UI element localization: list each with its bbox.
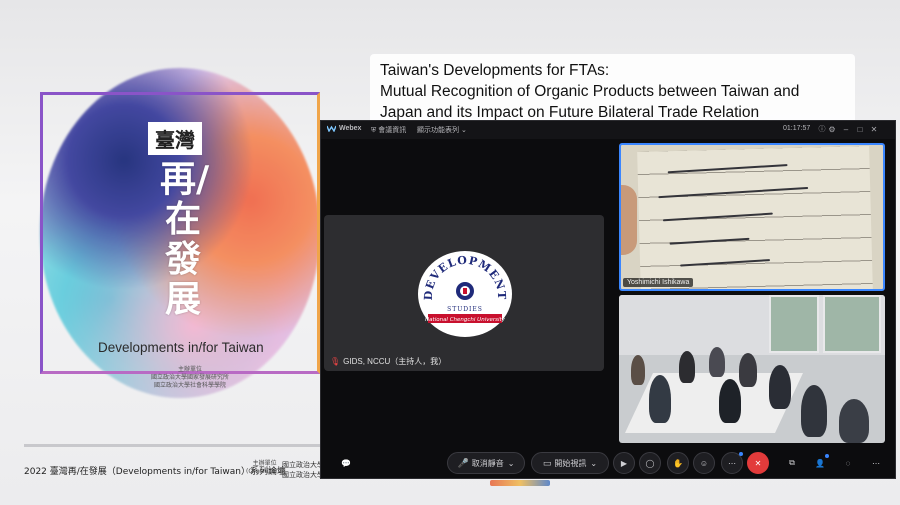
reactions-button[interactable]: ☺	[693, 452, 715, 474]
slide-vertical-title: 再/在發展	[160, 159, 210, 320]
notification-dot	[825, 454, 829, 458]
slide-divider	[24, 444, 324, 447]
webex-logo: Webex	[327, 125, 361, 132]
classroom-person	[649, 375, 671, 423]
chevron-down-icon: ⌄	[460, 127, 467, 134]
meeting-timer: 01:17:57	[783, 125, 811, 132]
classroom-person	[709, 347, 725, 377]
participant-name-label: Yoshimichi Ishikawa	[623, 278, 694, 287]
classroom-person	[631, 355, 645, 385]
classroom-window	[769, 295, 819, 353]
classroom-window	[823, 295, 881, 353]
apps-icon[interactable]: ⧉	[781, 452, 803, 474]
meeting-info-menu[interactable]: ⛨ 會議資訊	[371, 125, 406, 135]
chevron-down-icon: ⌄	[507, 458, 515, 468]
webex-icon	[327, 125, 336, 132]
handwriting-stroke	[658, 186, 809, 199]
logo-ribbon-text: National Chengchi University	[425, 317, 506, 323]
organizer-label: 主辦單位	[177, 366, 202, 373]
gids-logo-graphic: DEVELOPMENT STUDIES National Chengchi Un…	[422, 254, 507, 323]
handwriting-stroke	[680, 259, 771, 267]
handwriting-stroke	[669, 237, 750, 245]
webex-app-name: Webex	[339, 125, 362, 132]
mic-off-icon: 🎤	[457, 457, 469, 468]
footer-organizer-label-en: (Organizers)	[246, 468, 284, 475]
chevron-down-icon: ⌄	[590, 458, 598, 468]
settings-icon[interactable]: ⚙	[827, 125, 837, 135]
footer-logos	[490, 480, 550, 486]
main-video-tile[interactable]: DEVELOPMENT STUDIES National Chengchi Un…	[324, 215, 604, 371]
gids-logo: DEVELOPMENT STUDIES National Chengchi Un…	[418, 251, 512, 337]
participant-face	[621, 185, 637, 255]
organizer-line-1: 國立政治大學國家發展研究所	[150, 374, 229, 381]
more-icon[interactable]: ⋯	[865, 452, 887, 474]
classroom-person	[719, 379, 741, 423]
start-video-button[interactable]: ▭ 開始視訊 ⌄	[531, 452, 609, 474]
record-button[interactable]: ◯	[639, 452, 661, 474]
minimize-icon[interactable]: –	[841, 125, 851, 135]
menu-bar-toggle[interactable]: 顯示功能表列 ⌄	[417, 125, 467, 135]
participant-tile-active[interactable]: Yoshimichi Ishikawa	[619, 143, 885, 291]
meeting-info-label: 會議資訊	[378, 127, 407, 134]
end-call-button[interactable]: ✕	[747, 452, 769, 474]
webex-titlebar[interactable]: Webex ⛨ 會議資訊 顯示功能表列 ⌄ 01:17:57 ⚙ – □ ✕ ⓘ	[321, 121, 895, 139]
info-icon[interactable]: ⓘ	[817, 125, 827, 135]
close-icon[interactable]: ✕	[869, 125, 879, 135]
handwriting-stroke	[667, 164, 788, 174]
shield-icon: ⛨	[371, 127, 377, 134]
muted-mic-icon: 🎙	[330, 357, 341, 366]
main-tile-participant-name: GIDS, NCCU（主持人，我）	[343, 357, 447, 366]
slide-organizers: 主辦單位 國立政治大學國家發展研究所 國立政治大學社會科學學院	[140, 366, 240, 390]
unmute-button[interactable]: 🎤 取消靜音 ⌄	[447, 452, 525, 474]
classroom-person	[801, 385, 827, 437]
classroom-person	[739, 353, 757, 387]
talk-title-line-1: Taiwan's Developments for FTAs:	[380, 62, 610, 79]
handwritten-paper	[637, 145, 873, 289]
chat-bubble-icon[interactable]: 💬	[335, 452, 357, 474]
meeting-controls: 💬 🎤 取消靜音 ⌄ ▭ 開始視訊 ⌄ ▶ ◯ ✋ ☺ ⋯ ✕ ⧉ 👤 ◌ ⋯	[321, 448, 895, 478]
raise-hand-button[interactable]: ✋	[667, 452, 689, 474]
talk-title-box: Taiwan's Developments for FTAs: Mutual R…	[370, 54, 855, 126]
logo-emblem-core	[463, 288, 467, 294]
video-off-icon: ▭	[542, 457, 552, 468]
classroom-person	[769, 365, 791, 409]
participant-tile-classroom[interactable]	[619, 295, 885, 443]
chat-icon[interactable]: ◌	[837, 452, 859, 474]
organizer-line-2: 國立政治大學社會科學學院	[153, 382, 226, 389]
unmute-label: 取消靜音	[471, 458, 504, 468]
webex-window[interactable]: Webex ⛨ 會議資訊 顯示功能表列 ⌄ 01:17:57 ⚙ – □ ✕ ⓘ…	[320, 120, 896, 479]
footer-organizer-label-zh: 主辦單位	[252, 460, 277, 467]
notification-dot	[739, 452, 743, 456]
slide-subtitle: Developments in/for Taiwan	[98, 340, 264, 355]
menu-bar-label: 顯示功能表列	[417, 127, 459, 134]
classroom-person	[839, 399, 869, 443]
logo-bottom-text: STUDIES	[447, 306, 483, 313]
handwriting-stroke	[662, 212, 773, 222]
main-tile-label: 🎙 GIDS, NCCU（主持人，我）	[330, 356, 446, 367]
talk-title-line-2: Mutual Recognition of Organic Products b…	[380, 83, 800, 100]
footer-organizer-label: 主辦單位 (Organizers)	[246, 460, 283, 476]
start-video-label: 開始視訊	[554, 458, 587, 468]
share-button[interactable]: ▶	[613, 452, 635, 474]
maximize-icon[interactable]: □	[855, 125, 865, 135]
slide-badge: 臺灣	[148, 122, 202, 155]
classroom-person	[679, 351, 695, 383]
